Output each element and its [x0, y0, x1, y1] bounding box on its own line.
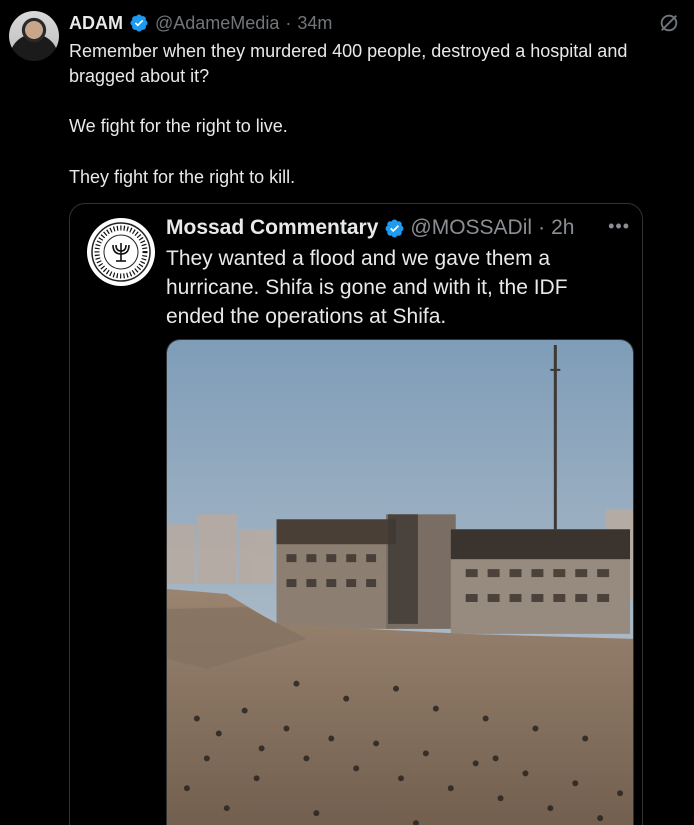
author-avatar[interactable]	[9, 11, 59, 61]
verified-badge-icon[interactable]	[384, 218, 404, 238]
tweet-line: Remember when they murdered 400 people, …	[69, 41, 628, 86]
separator-dot: ·	[538, 216, 546, 239]
grok-icon[interactable]	[658, 12, 680, 34]
quoted-author-avatar[interactable]	[87, 218, 155, 286]
quoted-author-name[interactable]: Mossad Commentary	[166, 214, 378, 242]
quoted-tweet-text: They wanted a flood and we gave them a h…	[166, 247, 568, 328]
verified-badge-icon[interactable]	[129, 13, 149, 33]
tweet-body: Remember when they murdered 400 people, …	[69, 39, 679, 189]
quoted-timestamp[interactable]: 2h	[551, 214, 574, 242]
more-options-icon[interactable]: •••	[608, 216, 630, 237]
tweet-header: ADAM @AdameMedia · 34m	[69, 11, 332, 35]
quoted-tweet-header: Mossad Commentary @MOSSADil · 2h	[166, 214, 574, 242]
author-handle[interactable]: @AdameMedia	[155, 11, 279, 35]
separator-dot: ·	[285, 13, 292, 33]
quoted-author-handle[interactable]: @MOSSADil	[410, 214, 532, 242]
quoted-tweet-card[interactable]: Mossad Commentary @MOSSADil · 2h ••• The…	[69, 203, 643, 825]
author-name[interactable]: ADAM	[69, 11, 123, 35]
tweet-line: They fight for the right to kill.	[69, 166, 296, 187]
tweet-line: We fight for the right to live.	[69, 116, 288, 136]
tweet-timestamp[interactable]: 34m	[297, 11, 332, 35]
quoted-tweet-photo[interactable]	[166, 339, 634, 825]
